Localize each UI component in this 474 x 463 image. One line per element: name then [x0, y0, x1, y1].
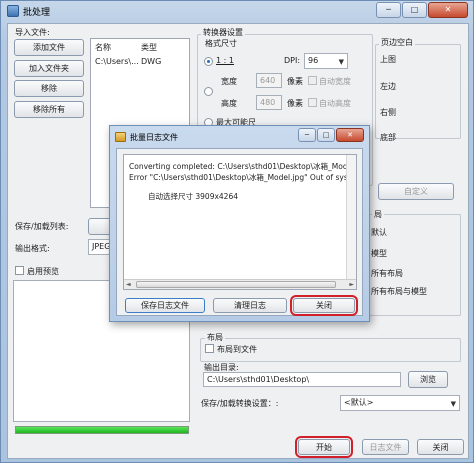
log-textbox[interactable]: Converting completed: C:\Users\sthd01\De… [123, 154, 357, 290]
margin-bottom-label: 底部 [380, 133, 396, 142]
save-log-button[interactable]: 保存日志文件 [125, 298, 205, 313]
width-pixel-label: 像素 [287, 77, 303, 86]
layout-options-label: 局 [372, 209, 384, 220]
log-line: 自动选择尺寸 3909x4264 [148, 192, 238, 201]
custom-size-radio[interactable] [204, 87, 213, 96]
layout-all-model-label: 所有布局与模型 [371, 287, 427, 296]
dialog-body: Converting completed: C:\Users\sthd01\De… [116, 148, 363, 316]
progress-bar [15, 426, 189, 434]
remove-all-button[interactable]: 移除所有 [14, 101, 84, 118]
auto-height-label: 自动高度 [319, 99, 351, 108]
width-input[interactable]: 640 [256, 73, 282, 88]
log-line: Converting completed: C:\Users\sthd01\De… [129, 162, 357, 171]
enable-preview-label: 启用预览 [27, 267, 59, 276]
close-button[interactable]: 关闭 [417, 439, 464, 455]
remove-button[interactable]: 移除 [14, 80, 84, 97]
format-size-label: 格式尺寸 [205, 39, 237, 48]
output-dir-input[interactable]: C:\Users\sthd01\Desktop\ [203, 372, 401, 387]
close-window-button[interactable]: ✕ [428, 2, 468, 18]
import-files-label: 导入文件: [15, 28, 50, 37]
settings-select[interactable]: <默认> ▼ [340, 395, 460, 411]
custom-button[interactable]: 自定义 [378, 183, 454, 200]
auto-width-checkbox[interactable] [308, 76, 317, 85]
file-row-name[interactable]: C:\Users\... [95, 57, 139, 66]
ratio-label: 1 : 1 [216, 56, 234, 65]
log-file-button[interactable]: 日志文件 [362, 439, 409, 455]
minimize-button[interactable]: ─ [376, 2, 401, 18]
scroll-right-icon[interactable]: ► [349, 280, 354, 289]
dialog-icon [115, 132, 126, 142]
app-icon [7, 5, 19, 17]
layout-label: 布局 [205, 332, 225, 343]
maximize-button[interactable]: □ [402, 2, 427, 18]
layout-default-label: 默认 [371, 228, 387, 237]
ratio-radio[interactable] [204, 57, 213, 66]
horizontal-scrollbar[interactable]: ◄ ► [124, 279, 356, 289]
file-row-type[interactable]: DWG [141, 57, 161, 66]
layout-to-file-checkbox[interactable] [205, 344, 214, 353]
scroll-thumb[interactable] [136, 281, 336, 288]
margins-label: 页边空白 [379, 37, 415, 48]
margin-top-label: 上图 [380, 55, 396, 64]
dialog-maximize-button[interactable]: □ [317, 128, 335, 142]
dialog-title: 批量日志文件 [130, 133, 178, 142]
dialog-close-button[interactable]: 关闭 [290, 295, 358, 316]
dpi-value: 96 [308, 56, 319, 65]
dpi-select[interactable]: 96 ▼ [304, 53, 348, 69]
vertical-scrollbar[interactable] [346, 155, 356, 280]
column-header-name[interactable]: 名称 [95, 42, 111, 53]
margin-right-label: 右侧 [380, 108, 396, 117]
dialog-minimize-button[interactable]: ─ [298, 128, 316, 142]
batch-window: 批处理 ─ □ ✕ 导入文件: 添加文件 加入文件夹 移除 移除所有 名称 类型… [0, 0, 474, 463]
height-label: 高度 [221, 99, 237, 108]
output-format-label: 输出格式: [15, 244, 50, 253]
save-load-settings-label: 保存/加载转换设置：: [201, 399, 279, 408]
auto-height-checkbox[interactable] [308, 98, 317, 107]
window-title: 批处理 [23, 8, 51, 18]
dialog-close-icon[interactable]: ✕ [336, 128, 364, 142]
enable-preview-checkbox[interactable] [15, 266, 24, 275]
chevron-down-icon: ▼ [450, 400, 456, 408]
height-pixel-label: 像素 [287, 99, 303, 108]
layout-model-label: 模型 [371, 249, 387, 258]
title-bar[interactable]: 批处理 ─ □ ✕ [1, 1, 473, 21]
settings-select-value: <默认> [344, 398, 374, 407]
chevron-down-icon: ▼ [338, 58, 344, 66]
width-label: 宽度 [221, 77, 237, 86]
layout-to-file-label: 布局到文件 [217, 345, 257, 354]
batch-log-dialog: 批量日志文件 ─ □ ✕ Converting completed: C:\Us… [109, 125, 370, 322]
converter-settings-label: 转换器设置 [201, 27, 245, 38]
log-line: Error "C:\Users\sthd01\Desktop\冰箱_Model.… [129, 173, 357, 182]
column-header-type[interactable]: 类型 [141, 42, 157, 53]
auto-width-label: 自动宽度 [319, 77, 351, 86]
height-input[interactable]: 480 [256, 95, 282, 110]
start-button[interactable]: 开始 [295, 436, 353, 458]
save-load-list-label: 保存/加载列表: [15, 222, 69, 231]
browse-button[interactable]: 浏览 [408, 371, 448, 388]
dpi-label: DPI: [284, 56, 301, 65]
clear-log-button[interactable]: 清理日志 [213, 298, 287, 313]
add-files-button[interactable]: 添加文件 [14, 39, 84, 56]
layout-all-label: 所有布局 [371, 269, 403, 278]
add-folder-button[interactable]: 加入文件夹 [14, 60, 84, 77]
margin-left-label: 左边 [380, 82, 396, 91]
scroll-left-icon[interactable]: ◄ [126, 280, 131, 289]
